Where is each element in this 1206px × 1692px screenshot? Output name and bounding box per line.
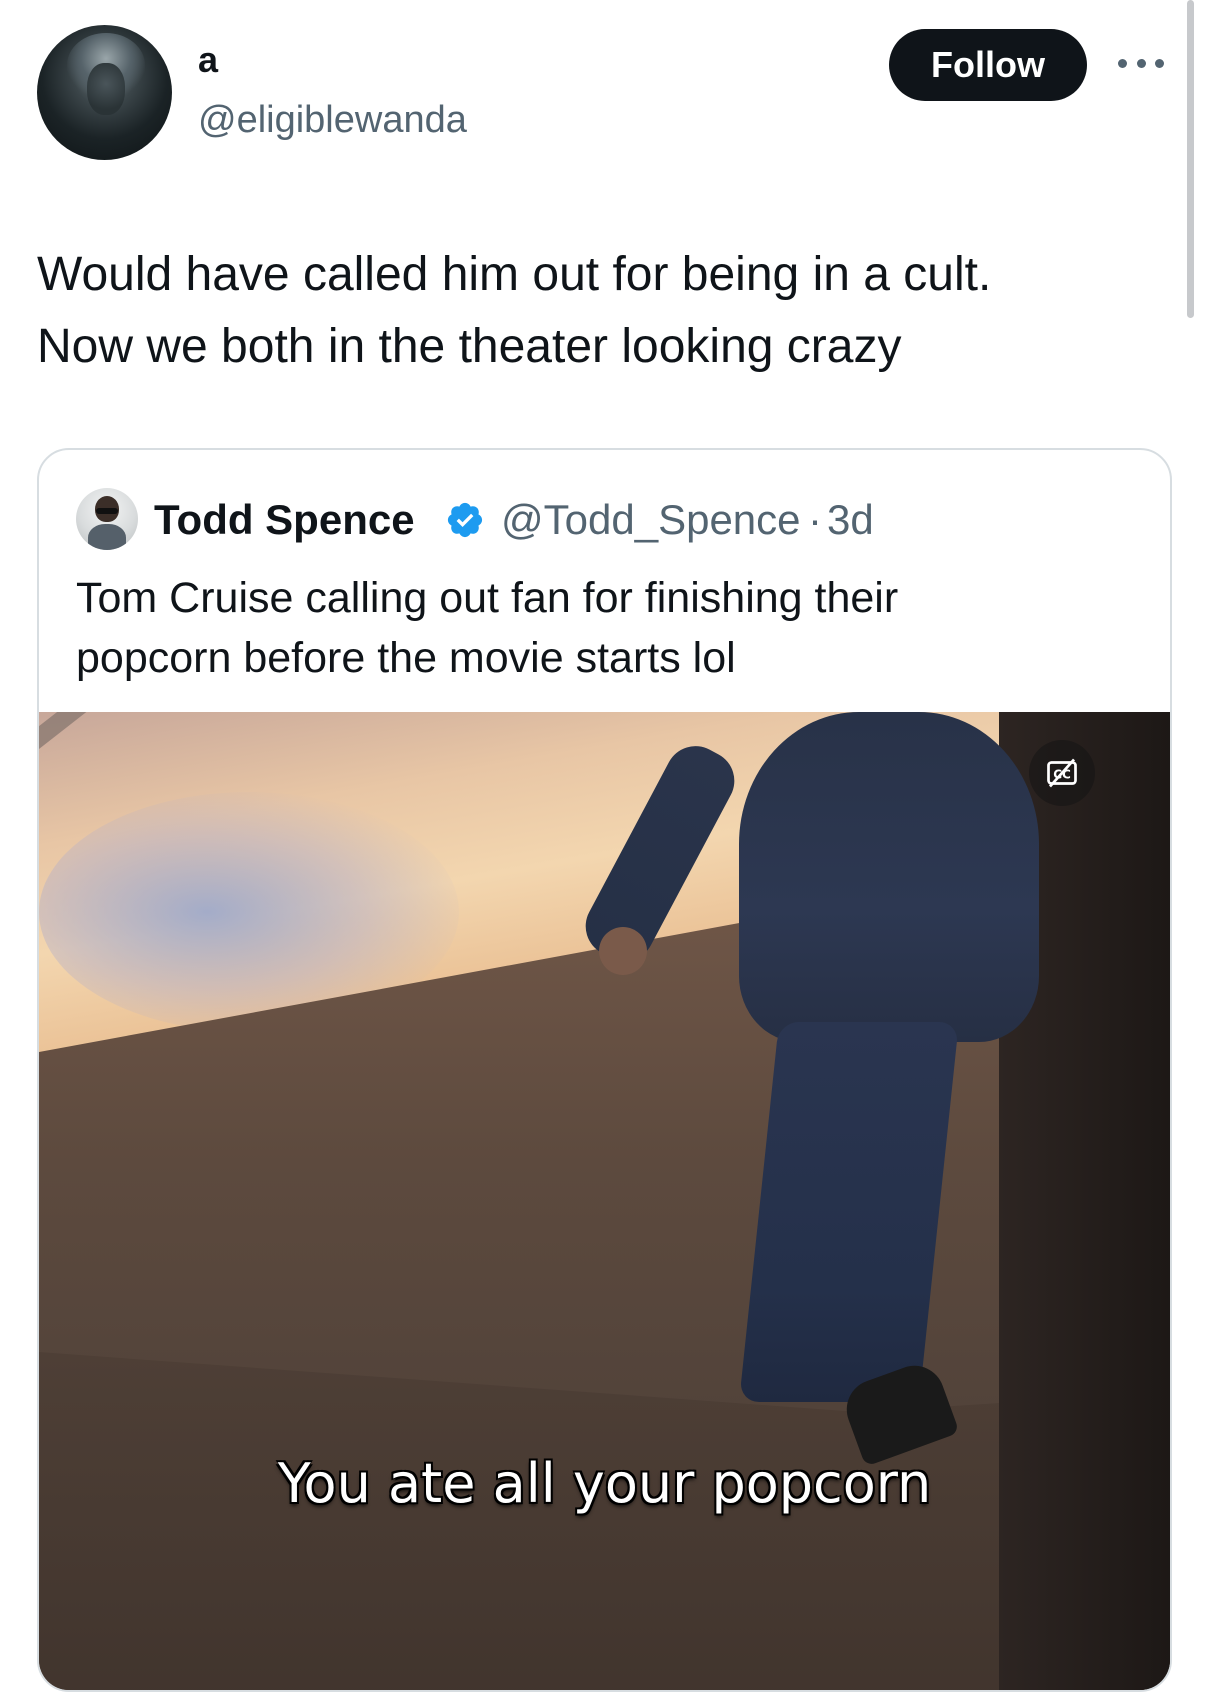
quoted-text-line: popcorn before the movie starts lol bbox=[76, 634, 736, 682]
quoted-timestamp[interactable]: 3d bbox=[827, 495, 874, 545]
quoted-text-line: Tom Cruise calling out fan for finishing… bbox=[76, 574, 899, 622]
quoted-author-handle[interactable]: @Todd_Spence bbox=[501, 495, 801, 545]
tweet-text-line: Would have called him out for being in a… bbox=[37, 248, 992, 301]
avatar-face bbox=[87, 63, 125, 115]
quoted-tweet-card[interactable]: Todd Spence @Todd_Spence · 3d Tom Cruise… bbox=[37, 448, 1172, 1692]
more-horizontal-icon[interactable] bbox=[1118, 56, 1164, 70]
tweet-text: Would have called him out for being in a… bbox=[37, 239, 1147, 383]
separator-dot: · bbox=[808, 496, 822, 543]
scrollbar[interactable] bbox=[1187, 0, 1194, 318]
quoted-tweet-text: Tom Cruise calling out fan for finishing… bbox=[76, 568, 1136, 688]
cc-glyph: CC bbox=[1047, 758, 1077, 788]
more-dot bbox=[1136, 58, 1146, 68]
video-player[interactable]: CC You ate all your popcorn bbox=[39, 712, 1170, 1690]
more-dot bbox=[1155, 58, 1164, 68]
video-person-body bbox=[739, 712, 1039, 1042]
quoted-author-name[interactable]: Todd Spence bbox=[154, 495, 415, 545]
video-person-hand bbox=[599, 927, 647, 975]
avatar-sunglasses bbox=[96, 508, 118, 514]
verified-badge-icon bbox=[447, 502, 483, 538]
follow-button[interactable]: Follow bbox=[889, 29, 1087, 101]
video-caption: You ate all your popcorn bbox=[277, 1452, 932, 1515]
tweet-text-line: Now we both in the theater looking crazy bbox=[37, 320, 902, 373]
author-avatar[interactable] bbox=[37, 25, 172, 160]
author-handle[interactable]: @eligiblewanda bbox=[198, 97, 467, 143]
author-display-name[interactable]: a bbox=[198, 38, 218, 82]
quoted-author-avatar[interactable] bbox=[76, 488, 138, 550]
closed-captions-off-icon[interactable]: CC bbox=[1029, 740, 1095, 806]
avatar-body bbox=[88, 524, 126, 550]
more-dot bbox=[1118, 58, 1127, 68]
